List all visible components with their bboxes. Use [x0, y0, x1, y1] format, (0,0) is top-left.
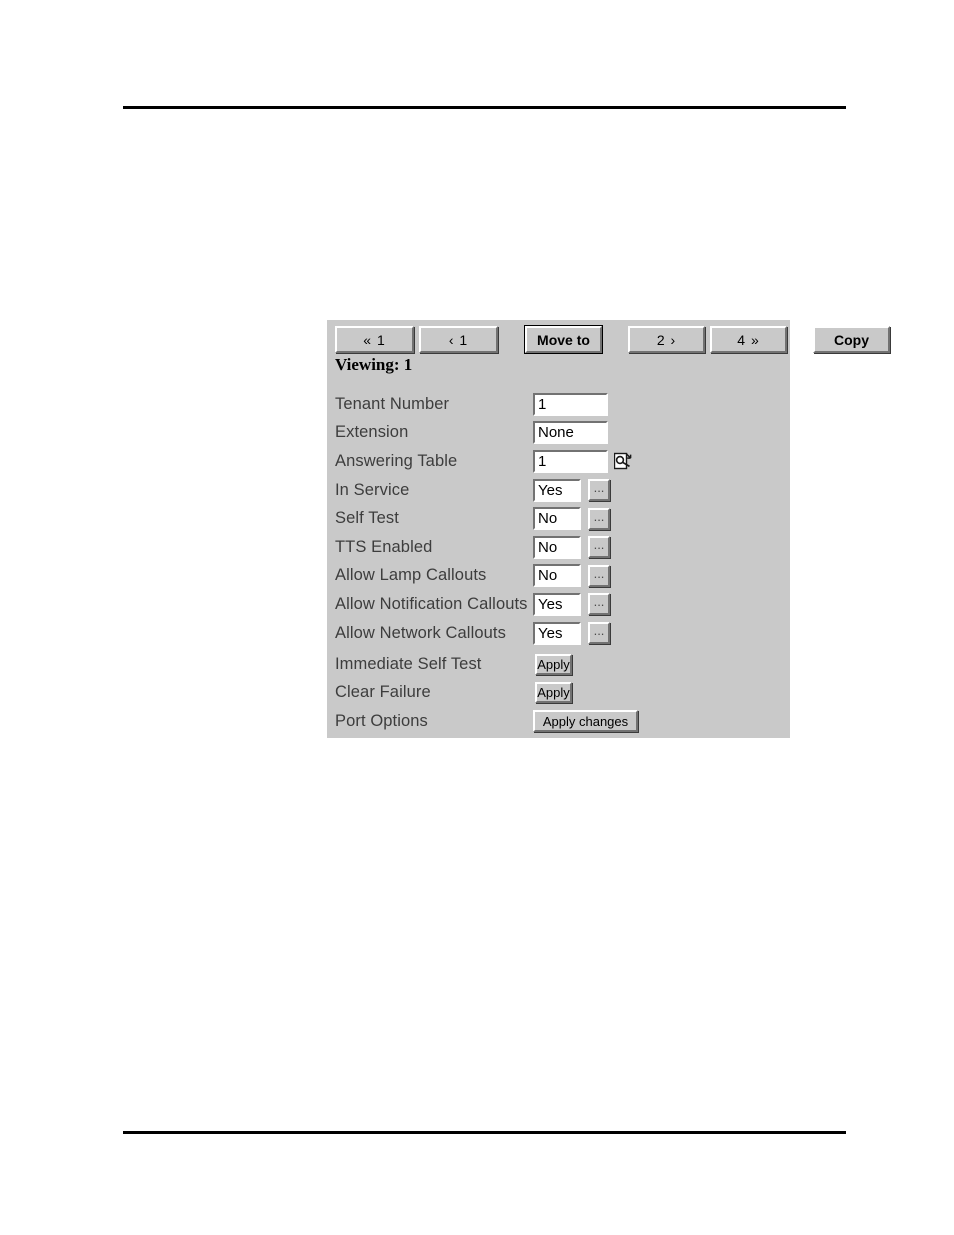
- tenant-configuration-panel: « 1 ‹ 1 Move to 2 › 4 » Copy Viewing: 1 …: [327, 320, 890, 738]
- field-label-allow-network-callouts: Allow Network Callouts: [335, 623, 506, 642]
- field-label-in-service: In Service: [335, 480, 410, 499]
- field-input-in-service[interactable]: Yes: [533, 478, 581, 502]
- field-label-allow-lamp-callouts: Allow Lamp Callouts: [335, 566, 487, 585]
- page-footer-rule: [123, 1131, 846, 1134]
- form-row-allow-lamp-callouts: Allow Lamp Callouts No...: [335, 562, 782, 591]
- field-label-tts-enabled: TTS Enabled: [335, 537, 433, 556]
- action-control-port-options: Apply changes: [533, 710, 638, 733]
- move-to-button[interactable]: Move to: [524, 325, 603, 354]
- page-header-rule: [123, 106, 846, 109]
- picker-button-tts-enabled[interactable]: ...: [588, 536, 610, 559]
- picker-button-allow-network-callouts[interactable]: ...: [588, 622, 610, 645]
- copy-button[interactable]: Copy: [813, 326, 890, 353]
- form-row-extension: Extension None: [335, 419, 782, 448]
- field-control-allow-notification-callouts: Yes...: [533, 592, 610, 616]
- field-label-answering-table: Answering Table: [335, 451, 458, 470]
- action-button-clear-failure[interactable]: Apply: [535, 682, 572, 704]
- field-control-tts-enabled: No...: [533, 535, 610, 559]
- field-input-extension[interactable]: None: [533, 421, 608, 445]
- picker-button-allow-notification-callouts[interactable]: ...: [588, 593, 610, 616]
- field-input-self-test[interactable]: No: [533, 507, 581, 531]
- picker-button-in-service[interactable]: ...: [588, 479, 610, 502]
- form-row-allow-notification-callouts: Allow Notification Callouts Yes...: [335, 590, 782, 619]
- previous-record-button[interactable]: ‹ 1: [419, 326, 498, 353]
- field-label-extension: Extension: [335, 423, 409, 442]
- form-row-self-test: Self Test No...: [335, 504, 782, 533]
- action-button-port-options[interactable]: Apply changes: [533, 710, 638, 733]
- field-input-allow-network-callouts[interactable]: Yes: [533, 621, 581, 645]
- field-control-in-service: Yes...: [533, 478, 610, 502]
- action-row-clear-failure: Clear Failure Apply: [335, 679, 782, 708]
- form-row-in-service: In Service Yes...: [335, 476, 782, 505]
- action-control-immediate-self-test: Apply: [535, 653, 572, 675]
- settings-field-list: Tenant Number 1 Extension None Answering Tab…: [335, 390, 782, 647]
- field-label-self-test: Self Test: [335, 509, 399, 528]
- field-input-tenant-number[interactable]: 1: [533, 392, 608, 416]
- action-label-port-options: Port Options: [335, 711, 428, 730]
- first-record-button[interactable]: « 1: [335, 326, 414, 353]
- action-row-immediate-self-test: Immediate Self Test Apply: [335, 650, 782, 679]
- field-label-allow-notification-callouts: Allow Notification Callouts: [335, 594, 528, 613]
- field-control-allow-network-callouts: Yes...: [533, 621, 610, 645]
- action-button-immediate-self-test[interactable]: Apply: [535, 653, 572, 675]
- field-control-self-test: No...: [533, 507, 610, 531]
- field-control-allow-lamp-callouts: No...: [533, 564, 610, 588]
- field-label-tenant-number: Tenant Number: [335, 394, 450, 413]
- field-input-allow-lamp-callouts[interactable]: No: [533, 564, 581, 588]
- action-button-list: Immediate Self Test Apply Clear Failure App…: [335, 650, 782, 736]
- action-label-immediate-self-test: Immediate Self Test: [335, 654, 482, 673]
- record-navigation-toolbar: « 1 ‹ 1 Move to 2 › 4 » Copy: [335, 325, 890, 354]
- form-row-answering-table: Answering Table 1: [335, 447, 782, 476]
- last-record-button[interactable]: 4 »: [710, 326, 787, 353]
- action-label-clear-failure: Clear Failure: [335, 683, 431, 702]
- lookup-cursor-icon[interactable]: [614, 451, 632, 471]
- picker-button-self-test[interactable]: ...: [588, 507, 610, 530]
- field-input-allow-notification-callouts[interactable]: Yes: [533, 592, 581, 616]
- form-row-tts-enabled: TTS Enabled No...: [335, 533, 782, 562]
- form-row-tenant-number: Tenant Number 1: [335, 390, 782, 419]
- field-input-answering-table[interactable]: 1: [533, 449, 608, 473]
- viewing-record-label: Viewing: 1: [335, 355, 413, 374]
- field-input-tts-enabled[interactable]: No: [533, 535, 581, 559]
- action-row-port-options: Port Options Apply changes: [335, 707, 782, 736]
- picker-button-allow-lamp-callouts[interactable]: ...: [588, 564, 610, 587]
- field-control-answering-table: 1: [533, 449, 632, 473]
- field-control-extension: None: [533, 421, 608, 445]
- form-row-allow-network-callouts: Allow Network Callouts Yes...: [335, 619, 782, 648]
- action-control-clear-failure: Apply: [535, 682, 572, 704]
- next-record-button[interactable]: 2 ›: [628, 326, 705, 353]
- field-control-tenant-number: 1: [533, 392, 608, 416]
